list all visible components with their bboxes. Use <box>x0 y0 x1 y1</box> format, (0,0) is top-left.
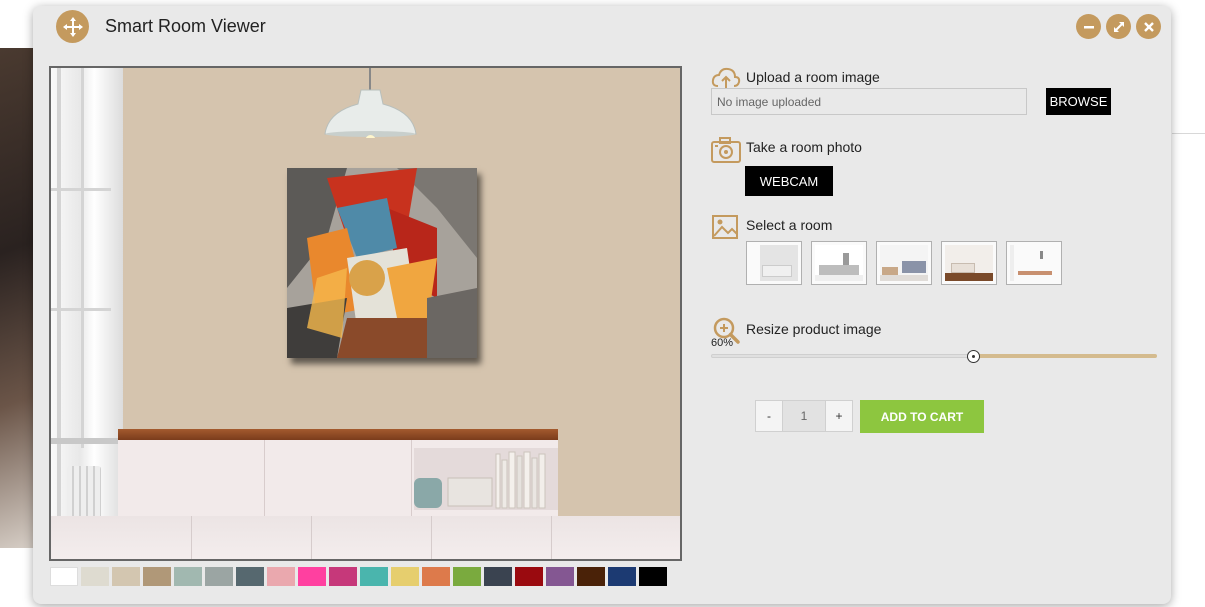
resize-slider-track[interactable] <box>711 354 973 358</box>
resize-slider-handle[interactable] <box>967 350 980 363</box>
wall-color-swatch[interactable] <box>515 567 543 586</box>
browse-button[interactable]: BROWSE <box>1046 88 1111 115</box>
room-preview[interactable] <box>49 66 682 561</box>
wall-color-swatch[interactable] <box>453 567 481 586</box>
window-title: Smart Room Viewer <box>105 16 266 36</box>
add-to-cart-button[interactable]: ADD TO CART <box>860 400 984 433</box>
wall-color-swatch[interactable] <box>391 567 419 586</box>
room-thumbnail-1[interactable] <box>746 241 802 285</box>
floor <box>51 516 680 559</box>
wall-color-swatch[interactable] <box>298 567 326 586</box>
minimize-icon[interactable] <box>1076 14 1101 39</box>
wall-color-swatch[interactable] <box>639 567 667 586</box>
background-divider <box>1172 133 1205 134</box>
smart-room-viewer-window: Smart Room Viewer Upload a room image No… <box>33 6 1171 604</box>
fullscreen-icon[interactable] <box>1106 14 1131 39</box>
photo-label: Take a room photo <box>746 139 862 155</box>
select-room-label: Select a room <box>746 217 833 233</box>
wall-color-swatch[interactable] <box>360 567 388 586</box>
bookshelf <box>414 448 558 510</box>
camera-icon <box>711 137 741 163</box>
wall-color-swatch[interactable] <box>174 567 202 586</box>
wall-color-swatch[interactable] <box>267 567 295 586</box>
resize-slider-fill[interactable] <box>973 354 1157 358</box>
wall-color-swatch[interactable] <box>422 567 450 586</box>
pendant-lamp <box>324 89 417 138</box>
wall-color-swatch[interactable] <box>112 567 140 586</box>
upload-label: Upload a room image <box>746 69 880 85</box>
titlebar: Smart Room Viewer <box>33 6 1171 46</box>
quantity-stepper: - + <box>755 400 853 432</box>
wall-color-swatch[interactable] <box>236 567 264 586</box>
resize-value: 60% <box>711 337 734 349</box>
wall-color-swatch[interactable] <box>608 567 636 586</box>
quantity-input[interactable] <box>782 401 826 431</box>
move-icon[interactable] <box>56 10 89 43</box>
lamp-cord <box>369 68 371 90</box>
wall-color-swatches <box>50 567 667 586</box>
wall-color-swatch[interactable] <box>577 567 605 586</box>
webcam-button[interactable]: WEBCAM <box>745 166 833 196</box>
wall-color-swatch[interactable] <box>329 567 357 586</box>
wall-color-swatch[interactable] <box>205 567 233 586</box>
cabinet-top <box>118 429 558 440</box>
room-thumbnail-5[interactable] <box>1006 241 1062 285</box>
room-thumbnail-4[interactable] <box>941 241 997 285</box>
quantity-increase-button[interactable]: + <box>826 401 852 431</box>
wall-color-swatch[interactable] <box>50 567 78 586</box>
quantity-decrease-button[interactable]: - <box>756 401 782 431</box>
close-icon[interactable] <box>1136 14 1161 39</box>
wall-color-swatch[interactable] <box>484 567 512 586</box>
wall-color-swatch[interactable] <box>143 567 171 586</box>
upload-field[interactable]: No image uploaded <box>711 88 1027 115</box>
room-thumbnail-3[interactable] <box>876 241 932 285</box>
wall-color-swatch[interactable] <box>81 567 109 586</box>
image-icon <box>712 215 738 239</box>
resize-label: Resize product image <box>746 321 882 337</box>
product-artwork[interactable] <box>287 168 477 358</box>
room-thumbnail-2[interactable] <box>811 241 867 285</box>
wall-color-swatch[interactable] <box>546 567 574 586</box>
